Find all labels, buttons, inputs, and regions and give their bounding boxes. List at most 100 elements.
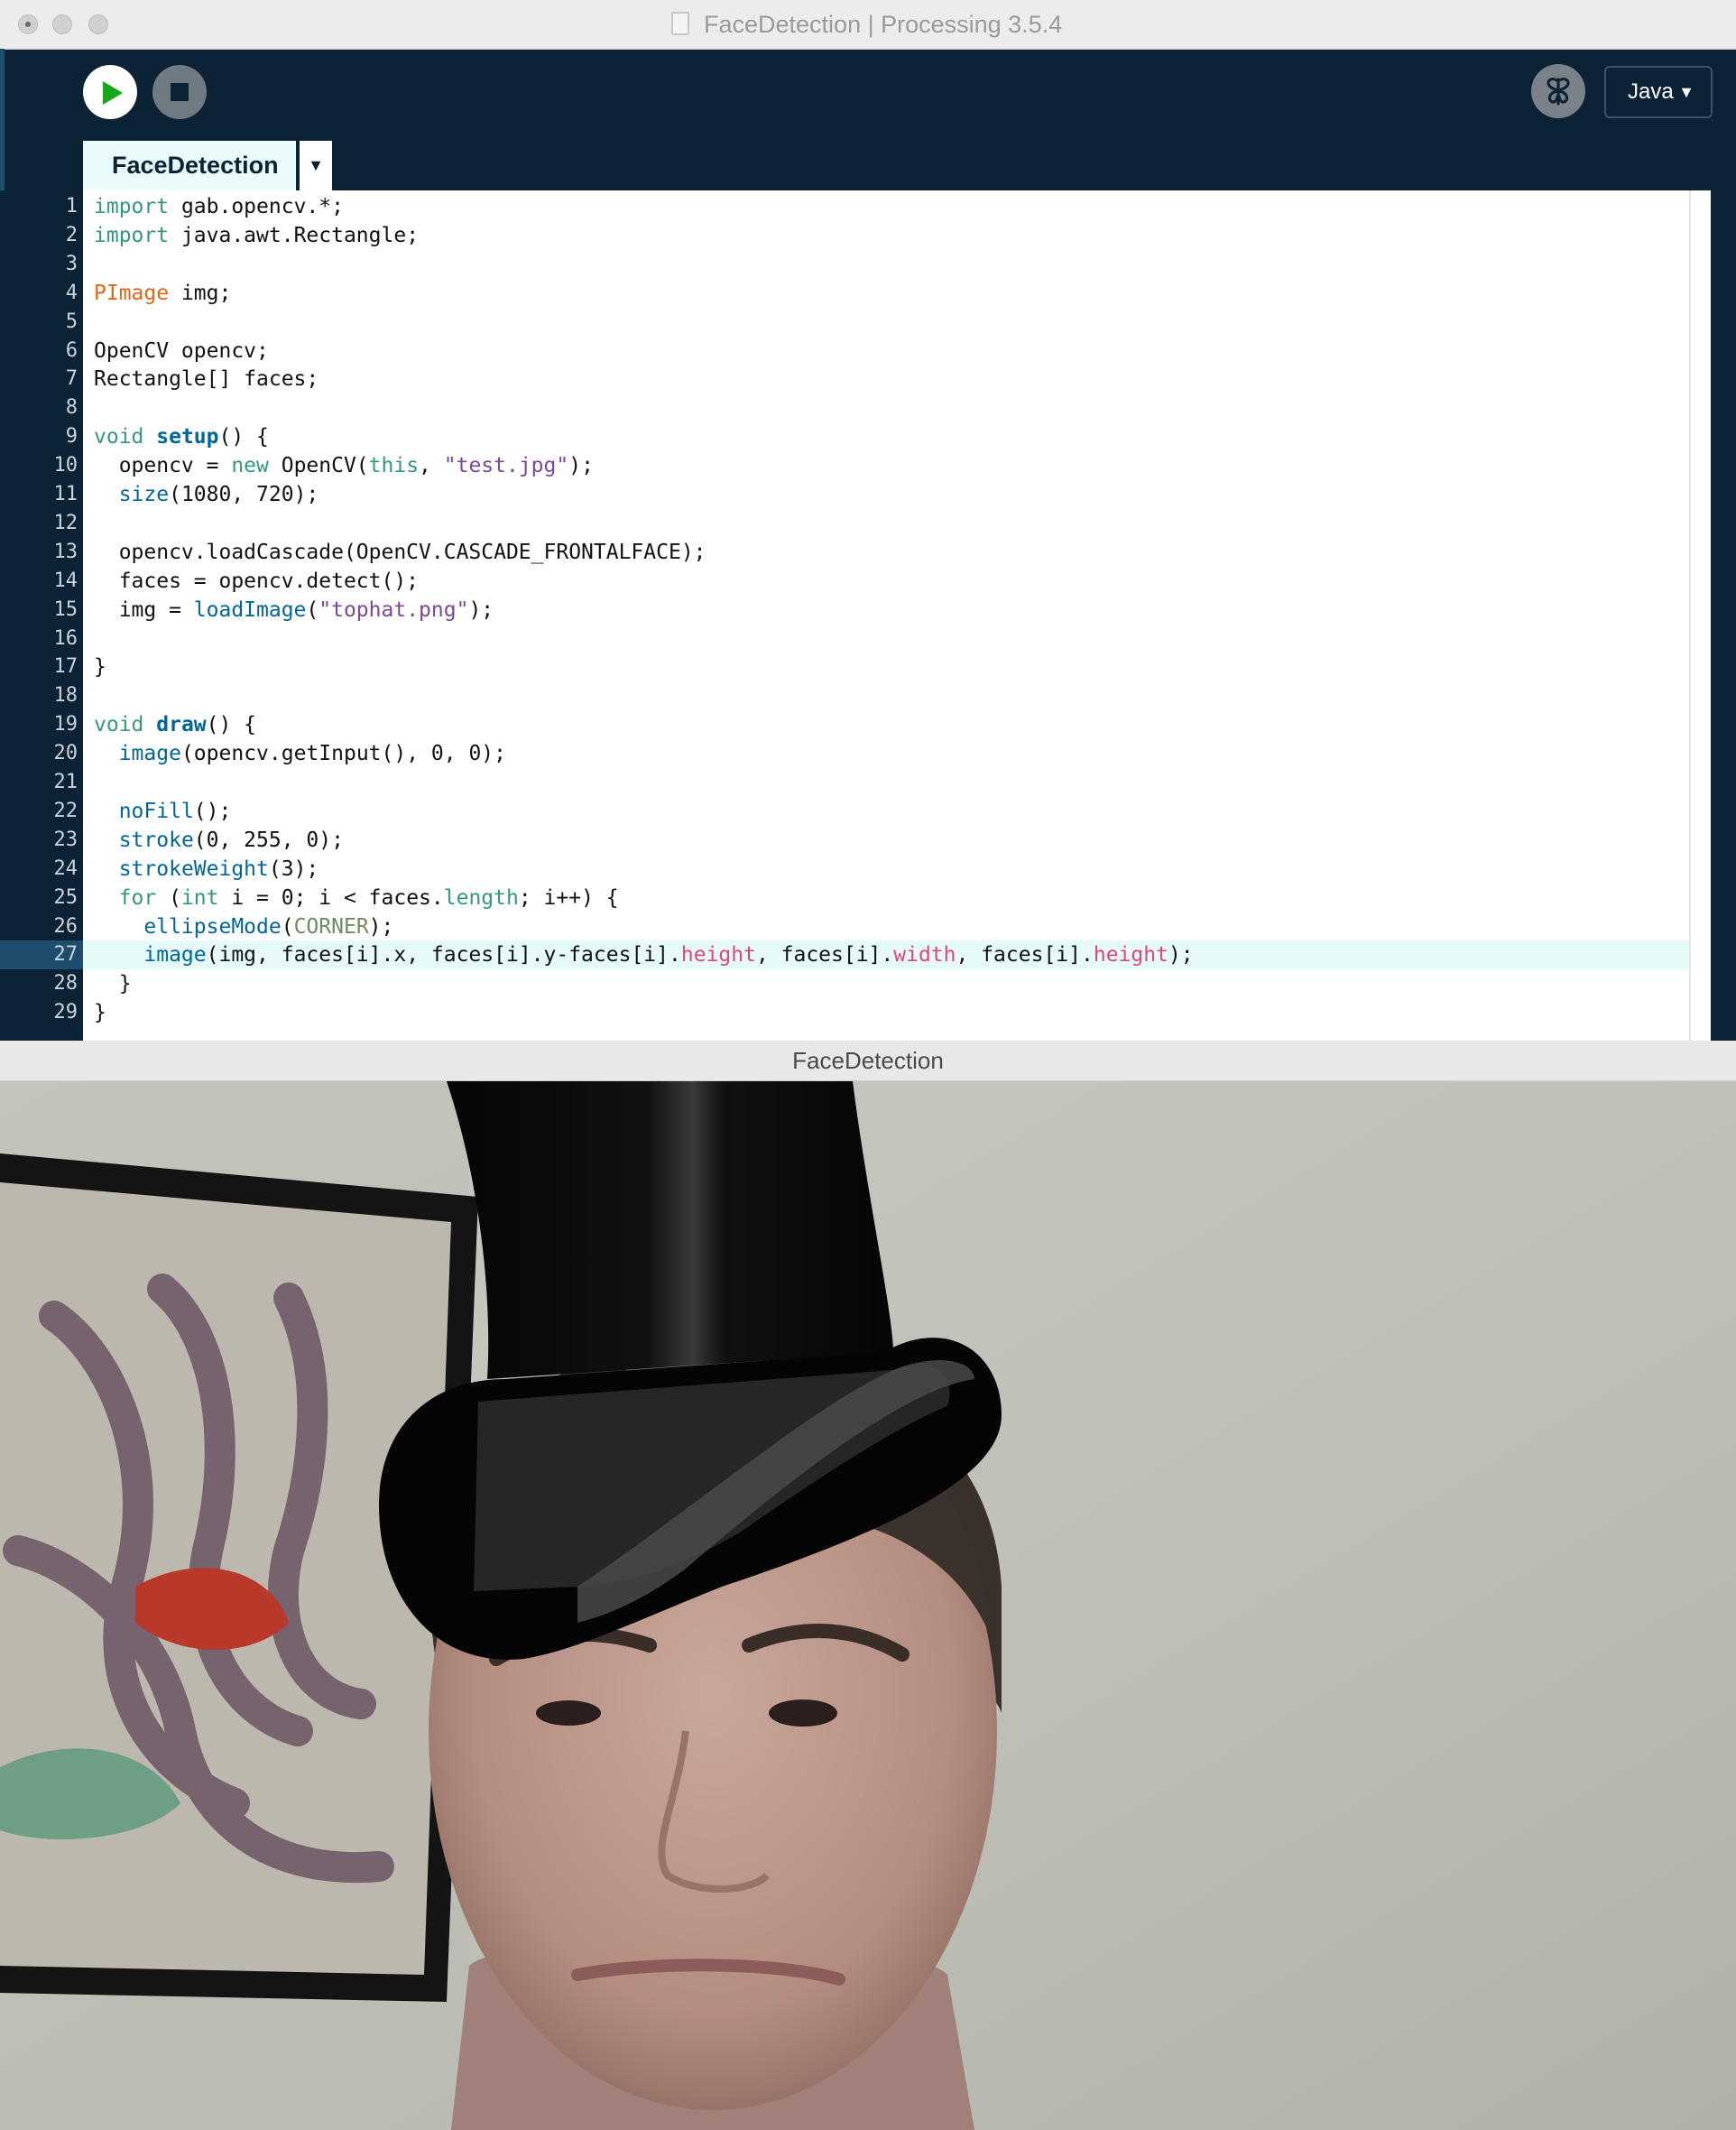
code-text[interactable]: PImage img; bbox=[94, 279, 231, 308]
line-number: 2 bbox=[65, 223, 78, 246]
line-number: 10 bbox=[53, 454, 78, 477]
code-text[interactable]: img = loadImage("tophat.png"); bbox=[94, 596, 494, 625]
line-number: 6 bbox=[65, 338, 78, 362]
line-number: 18 bbox=[53, 684, 78, 708]
line-number: 16 bbox=[53, 626, 78, 650]
code-line[interactable]: 4 PImage img; bbox=[0, 279, 1736, 308]
line-number: 8 bbox=[65, 396, 78, 420]
code-text[interactable]: noFill(); bbox=[94, 797, 232, 826]
line-number: 9 bbox=[65, 425, 78, 449]
code-text[interactable]: for (int i = 0; i < faces.length; i++) { bbox=[94, 884, 619, 912]
code-text[interactable]: OpenCV opencv; bbox=[94, 337, 269, 366]
code-line[interactable]: 11 size(1080, 720); bbox=[0, 480, 1736, 509]
code-line[interactable]: 21 bbox=[0, 768, 1736, 797]
code-line[interactable]: 18 bbox=[0, 681, 1736, 710]
debugger-button[interactable] bbox=[1531, 64, 1585, 118]
line-number: 23 bbox=[53, 828, 78, 851]
chevron-down-icon: ▼ bbox=[1678, 83, 1694, 101]
code-line[interactable]: 19 void draw() { bbox=[0, 710, 1736, 739]
line-number: 21 bbox=[53, 771, 78, 793]
code-text[interactable]: size(1080, 720); bbox=[94, 480, 319, 509]
butterfly-icon bbox=[1547, 78, 1570, 106]
code-line[interactable]: 13 opencv.loadCascade(OpenCV.CASCADE_FRO… bbox=[0, 538, 1736, 567]
code-line[interactable]: 22 noFill(); bbox=[0, 797, 1736, 826]
line-number: 24 bbox=[53, 857, 78, 880]
stop-icon bbox=[171, 83, 189, 101]
play-icon bbox=[103, 81, 123, 105]
sketch-output-window: FaceDetection bbox=[0, 1041, 1736, 2130]
tab-menu-button[interactable]: ▼ bbox=[300, 141, 332, 190]
line-number: 11 bbox=[53, 483, 78, 505]
code-line[interactable]: 8 bbox=[0, 394, 1736, 422]
code-line[interactable]: 6 OpenCV opencv; bbox=[0, 337, 1736, 366]
code-line[interactable]: 7 Rectangle[] faces; bbox=[0, 365, 1736, 394]
code-line[interactable]: 23 stroke(0, 255, 0); bbox=[0, 826, 1736, 855]
code-text[interactable]: void setup() { bbox=[94, 422, 269, 451]
title-bar: FaceDetection | Processing 3.5.4 bbox=[0, 0, 1736, 50]
line-number: 22 bbox=[53, 799, 78, 822]
code-line[interactable]: 12 bbox=[0, 509, 1736, 538]
minimize-window-button[interactable] bbox=[52, 14, 72, 34]
mode-label: Java bbox=[1628, 79, 1674, 104]
line-number: 19 bbox=[53, 713, 78, 736]
line-number: 14 bbox=[53, 569, 78, 592]
line-number: 15 bbox=[53, 597, 78, 621]
code-line[interactable]: 14 faces = opencv.detect(); bbox=[0, 567, 1736, 596]
code-line[interactable]: 10 opencv = new OpenCV(this, "test.jpg")… bbox=[0, 451, 1736, 480]
stop-button[interactable] bbox=[152, 65, 207, 119]
code-text[interactable]: opencv = new OpenCV(this, "test.jpg"); bbox=[94, 451, 594, 480]
code-line[interactable]: 26 ellipseMode(CORNER); bbox=[0, 912, 1736, 941]
processing-ide-window: FaceDetection | Processing 3.5.4 Java ▼ … bbox=[0, 0, 1736, 1041]
webcam-frame-with-tophat bbox=[0, 1081, 1736, 2130]
line-number: 3 bbox=[65, 252, 78, 275]
line-number: 26 bbox=[53, 914, 78, 938]
close-window-button[interactable] bbox=[18, 14, 38, 34]
code-line[interactable]: 3 bbox=[0, 250, 1736, 279]
code-text[interactable]: import java.awt.Rectangle; bbox=[94, 221, 419, 250]
code-text[interactable]: image(img, faces[i].x, faces[i].y-faces[… bbox=[94, 940, 1193, 969]
line-number: 29 bbox=[53, 1001, 78, 1024]
code-line[interactable]: 9 void setup() { bbox=[0, 422, 1736, 451]
code-text[interactable]: opencv.loadCascade(OpenCV.CASCADE_FRONTA… bbox=[94, 538, 706, 567]
code-line[interactable]: 27 image(img, faces[i].x, faces[i].y-fac… bbox=[0, 940, 1736, 970]
code-line[interactable]: 5 bbox=[0, 308, 1736, 337]
code-line[interactable]: 2 import java.awt.Rectangle; bbox=[0, 221, 1736, 250]
code-line[interactable]: 29} bbox=[0, 998, 1736, 1027]
code-line[interactable]: 15 img = loadImage("tophat.png"); bbox=[0, 596, 1736, 625]
document-icon bbox=[671, 12, 689, 35]
sketch-window-title: FaceDetection bbox=[0, 1041, 1736, 1081]
code-text[interactable]: stroke(0, 255, 0); bbox=[94, 826, 344, 855]
code-text[interactable]: image(opencv.getInput(), 0, 0); bbox=[94, 739, 506, 768]
code-text[interactable]: strokeWeight(3); bbox=[94, 855, 319, 884]
line-number: 1 bbox=[65, 195, 78, 218]
tab-facedetection[interactable]: FaceDetection bbox=[83, 141, 296, 190]
code-line[interactable]: 1 import gab.opencv.*; bbox=[0, 192, 1736, 221]
mode-selector[interactable]: Java ▼ bbox=[1604, 66, 1713, 118]
line-number: 17 bbox=[53, 655, 78, 679]
code-text[interactable]: Rectangle[] faces; bbox=[94, 365, 319, 394]
code-text[interactable]: ellipseMode(CORNER); bbox=[94, 912, 393, 941]
code-line[interactable]: 24 strokeWeight(3); bbox=[0, 855, 1736, 884]
code-line[interactable]: 17} bbox=[0, 653, 1736, 681]
code-line[interactable]: 28 } bbox=[0, 969, 1736, 998]
line-number: 7 bbox=[65, 367, 78, 391]
line-number: 28 bbox=[53, 972, 78, 996]
line-number: 13 bbox=[53, 540, 78, 563]
sketch-canvas bbox=[0, 1081, 1736, 2130]
window-title: FaceDetection | Processing 3.5.4 bbox=[704, 11, 1063, 38]
code-line[interactable]: 25 for (int i = 0; i < faces.length; i++… bbox=[0, 884, 1736, 912]
code-text[interactable]: } bbox=[94, 653, 106, 681]
code-text[interactable]: } bbox=[94, 969, 132, 998]
code-line[interactable]: 20 image(opencv.getInput(), 0, 0); bbox=[0, 739, 1736, 768]
line-number: 20 bbox=[53, 742, 78, 765]
code-text[interactable]: } bbox=[94, 998, 106, 1027]
maximize-window-button[interactable] bbox=[88, 14, 108, 34]
line-number: 12 bbox=[53, 511, 78, 534]
code-text[interactable]: faces = opencv.detect(); bbox=[94, 567, 419, 596]
line-number: 25 bbox=[53, 885, 78, 909]
run-button[interactable] bbox=[83, 65, 137, 119]
code-text[interactable]: import gab.opencv.*; bbox=[94, 192, 344, 221]
code-text[interactable]: void draw() { bbox=[94, 710, 256, 739]
line-number: 27 bbox=[53, 943, 78, 967]
code-line[interactable]: 16 bbox=[0, 625, 1736, 653]
